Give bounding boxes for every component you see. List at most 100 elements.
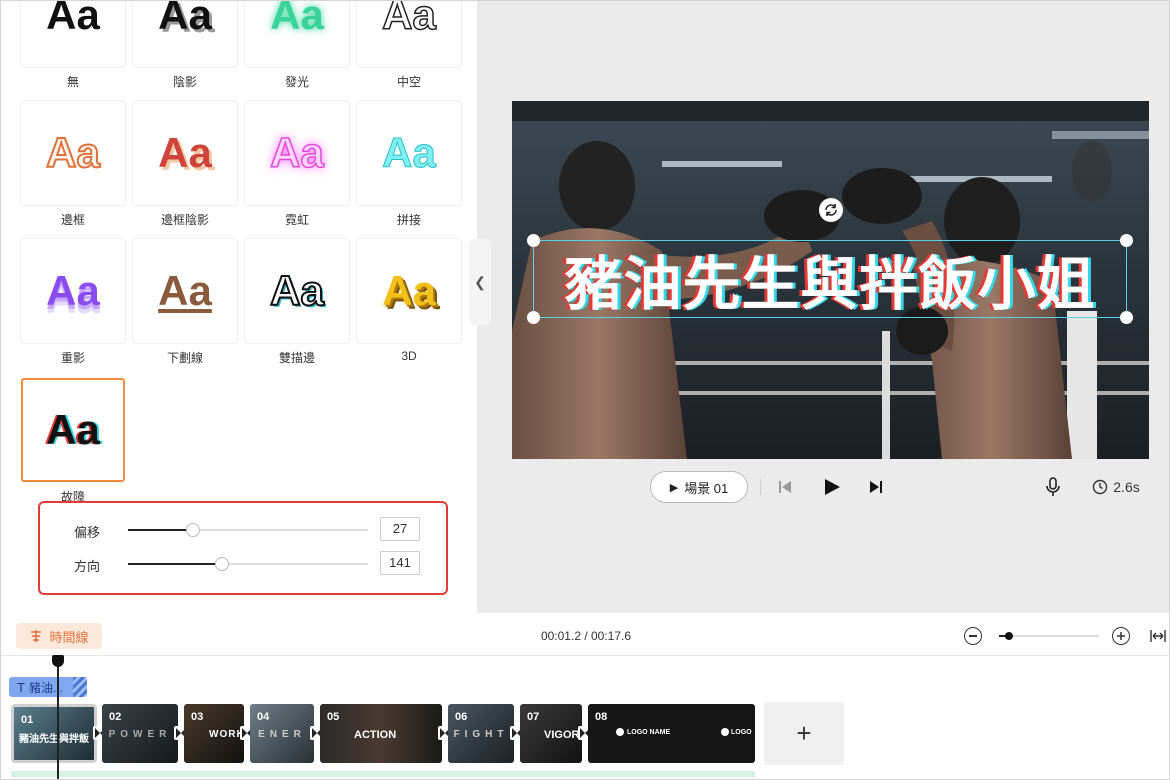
clip-text: VIGOR — [544, 729, 580, 741]
style-label: 雙描邊 — [278, 351, 315, 365]
playback-controls: ▶ 場景 01 2.6s — [477, 467, 1169, 507]
offset-slider[interactable] — [128, 523, 368, 537]
style-tile-double-stroke[interactable]: Aa — [245, 239, 349, 343]
scene-clip[interactable]: 04 ENER — [250, 704, 314, 763]
scene-play-button[interactable]: ▶ 場景 01 — [650, 471, 748, 503]
logo-icon — [616, 728, 624, 736]
style-label: 拼接 — [396, 213, 421, 227]
zoom-out-icon — [969, 635, 977, 637]
logo-icon — [721, 728, 729, 736]
divider — [760, 479, 761, 495]
direction-slider[interactable] — [128, 557, 368, 571]
scene-clip[interactable]: 07 VIGOR — [520, 704, 582, 763]
scene-label: 場景 01 — [684, 480, 729, 496]
style-label: 發光 — [284, 75, 309, 89]
zoom-slider-handle[interactable] — [1005, 632, 1013, 640]
style-tile-glitch[interactable]: Aa — [21, 378, 125, 482]
chevron-left-icon: ❮ — [474, 273, 486, 290]
skip-forward-icon — [870, 481, 882, 493]
clip-text: ACTION — [354, 729, 397, 741]
text-icon: T — [17, 679, 25, 695]
duration-display[interactable]: 2.6s — [1089, 475, 1143, 499]
zoom-slider[interactable] — [999, 632, 1099, 640]
style-label: 無 — [66, 75, 79, 89]
direction-slider-fill — [128, 563, 222, 565]
direction-label: 方向 — [74, 559, 101, 574]
style-tile-underline[interactable]: Aa — [133, 239, 237, 343]
play-icon: ▶ — [669, 481, 679, 494]
zoom-in-button[interactable] — [1112, 627, 1130, 645]
scene-clip[interactable]: 08 LOGO NAME LOGO — [588, 704, 755, 763]
style-tile-border-shadow[interactable]: Aa — [133, 101, 237, 205]
offset-label: 偏移 — [74, 525, 101, 540]
offset-slider-fill — [128, 529, 193, 531]
playhead[interactable] — [57, 657, 59, 779]
audio-track[interactable] — [11, 771, 755, 777]
style-label: 中空 — [396, 75, 421, 89]
duration-value: 2.6s — [1113, 479, 1140, 495]
clip-text: WORK — [209, 729, 244, 740]
text-style-panel: Aa Aa Aa Aa 無 陰影 發光 中空 Aa Aa Aa Aa 邊框 邊框… — [6, 1, 476, 613]
zoom-out-button[interactable] — [964, 627, 982, 645]
rotate-icon — [825, 204, 837, 216]
direction-slider-handle[interactable] — [214, 557, 229, 571]
skip-back-button[interactable] — [775, 477, 795, 497]
zoom-in-icon — [1117, 632, 1125, 640]
clip-number: 08 — [595, 711, 608, 723]
style-tile-3d[interactable]: Aa — [357, 239, 461, 343]
timeline-panel: 時間線 00:01.2 / 00:17.6 T 豬油... 01 豬油先生與拌飯… — [1, 613, 1169, 779]
clip-number: 06 — [455, 711, 468, 723]
style-label: 霓虹 — [284, 213, 309, 227]
plus-icon: + — [796, 718, 812, 748]
scene-clip[interactable]: 05 ACTION — [320, 704, 442, 763]
preview-area: ❮ 豬油先生與拌飯小姐 ▶ 場景 01 2.6s — [469, 1, 1169, 613]
offset-slider-handle[interactable] — [185, 523, 200, 537]
clip-text: POWER — [108, 729, 172, 740]
rotate-handle[interactable] — [819, 198, 843, 222]
offset-input[interactable]: 27 — [380, 517, 420, 541]
style-tile-neon[interactable]: Aa — [245, 101, 349, 205]
clock-icon — [1093, 479, 1108, 495]
microphone-button[interactable] — [1042, 475, 1064, 499]
microphone-icon — [1046, 477, 1060, 496]
collapse-panel-button[interactable]: ❮ — [469, 239, 491, 325]
clip-number: 04 — [257, 711, 270, 723]
style-tile-none[interactable]: Aa — [21, 1, 125, 67]
video-preview[interactable]: 豬油先生與拌飯小姐 — [512, 101, 1149, 459]
style-tile-glow[interactable]: Aa — [245, 1, 349, 67]
skip-forward-button[interactable] — [866, 477, 886, 497]
clip-number: 03 — [191, 711, 204, 723]
clip-number: 05 — [327, 711, 340, 723]
style-tile-echo[interactable]: Aa — [21, 239, 125, 343]
style-label: 邊框陰影 — [160, 213, 209, 227]
scene-clip[interactable]: 01 豬油先生與拌飯 — [11, 704, 97, 763]
play-icon — [825, 479, 840, 495]
style-tile-hollow[interactable]: Aa — [357, 1, 461, 67]
playhead-handle[interactable] — [52, 655, 64, 667]
style-label: 陰影 — [172, 75, 197, 89]
style-label: 邊框 — [60, 213, 85, 227]
clip-logo-text: LOGO — [721, 728, 752, 736]
style-label: 3D — [401, 349, 417, 363]
add-scene-button[interactable]: + — [764, 702, 844, 765]
scene-clip[interactable]: 02 POWER — [102, 704, 178, 763]
timeline-ruler — [1, 655, 1169, 656]
style-label: 下劃線 — [166, 351, 203, 365]
direction-row: 方向 141 — [40, 549, 450, 579]
style-tile-border[interactable]: Aa — [21, 101, 125, 205]
clip-number: 02 — [109, 711, 122, 723]
scene-clip[interactable]: 06 FIGHT — [448, 704, 514, 763]
play-button[interactable] — [820, 475, 844, 499]
fit-width-icon — [1150, 630, 1166, 642]
zoom-controls — [961, 625, 1169, 647]
scene-clip[interactable]: 03 WORK — [184, 704, 244, 763]
direction-input[interactable]: 141 — [380, 551, 420, 575]
clip-logo-text: LOGO NAME — [616, 728, 670, 736]
style-tile-shadow[interactable]: Aa — [133, 1, 237, 67]
text-track-item[interactable]: T 豬油... — [9, 677, 87, 697]
track-drag-handle[interactable] — [73, 677, 87, 697]
skip-back-icon — [779, 481, 791, 493]
fit-width-button[interactable] — [1149, 627, 1167, 645]
style-tile-splice[interactable]: Aa — [357, 101, 461, 205]
clip-text: 豬油先生與拌飯 — [19, 734, 89, 745]
